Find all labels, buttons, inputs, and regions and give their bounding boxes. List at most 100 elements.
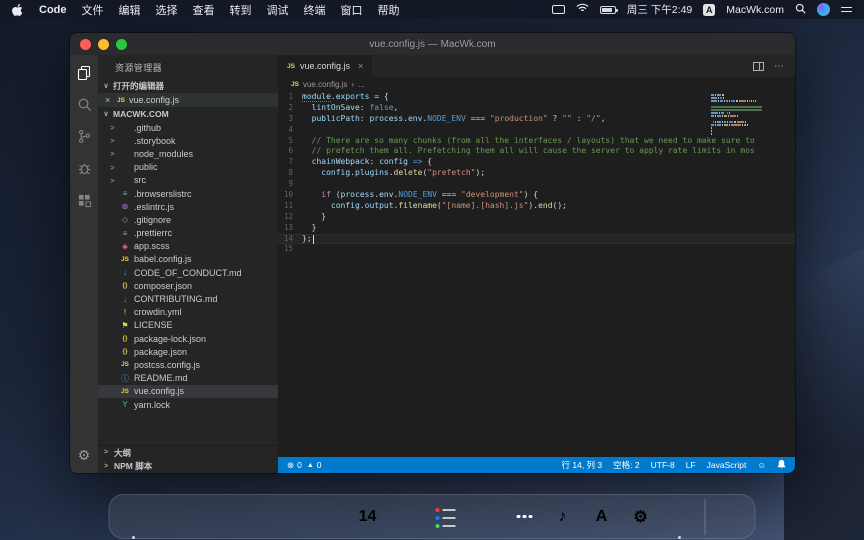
dock-item[interactable] — [273, 500, 307, 534]
menu-item[interactable]: 转到 — [230, 2, 252, 18]
dock-item[interactable] — [390, 500, 424, 534]
tab-close-icon[interactable]: × — [358, 61, 363, 71]
menu-item[interactable]: 终端 — [304, 2, 326, 18]
code-line[interactable]: 7 chainWebpack: config => { — [278, 157, 795, 168]
minimize-window-button[interactable] — [98, 39, 109, 50]
tree-row[interactable]: > ↓ CONTRIBUTING.md — [98, 292, 278, 305]
dock-item[interactable] — [312, 500, 346, 534]
tab-vue-config[interactable]: JS vue.config.js × — [278, 55, 373, 77]
menu-item[interactable]: 窗口 — [341, 2, 363, 18]
search-icon[interactable] — [76, 96, 93, 113]
indentation[interactable]: 空格: 2 — [613, 459, 639, 471]
window-titlebar[interactable]: vue.config.js — MacWk.com — [70, 33, 795, 55]
tree-row[interactable]: > ! crowdin.yml — [98, 306, 278, 319]
dock-item[interactable]: 14 — [351, 500, 385, 534]
project-section-header[interactable]: ∨ MACWK.COM — [98, 107, 278, 121]
dock-item[interactable] — [117, 500, 151, 534]
dock-item[interactable] — [234, 500, 268, 534]
tree-row[interactable]: > {} package.json — [98, 345, 278, 358]
dock-item[interactable]: A — [585, 500, 619, 534]
outline-section-header[interactable]: > 大纲 — [98, 446, 278, 460]
minimap[interactable] — [711, 94, 769, 139]
dock-item[interactable] — [429, 500, 463, 534]
menu-item[interactable]: 文件 — [82, 2, 104, 18]
tree-row[interactable]: > ≡ .prettierrc — [98, 227, 278, 240]
tree-row[interactable]: > src — [98, 174, 278, 187]
active-app-name[interactable]: Code — [39, 4, 67, 16]
tree-row[interactable]: > JS babel.config.js — [98, 253, 278, 266]
encoding[interactable]: UTF-8 — [651, 460, 675, 470]
close-icon[interactable]: × — [105, 95, 113, 105]
menu-item[interactable]: 调试 — [267, 2, 289, 18]
tree-row[interactable]: > {} composer.json — [98, 279, 278, 292]
dock-trash[interactable] — [714, 500, 748, 534]
menu-item[interactable]: 选择 — [156, 2, 178, 18]
dock-item[interactable] — [468, 500, 502, 534]
tree-row[interactable]: > JS vue.config.js — [98, 385, 278, 398]
menu-bar-clock[interactable]: 周三 下午2:49 — [627, 2, 692, 17]
code-line[interactable]: 6 // prefetch them all. Prefetching them… — [278, 146, 795, 157]
display-icon[interactable] — [552, 5, 565, 14]
tree-row[interactable]: > ◈ app.scss — [98, 240, 278, 253]
language-mode[interactable]: JavaScript — [707, 460, 747, 470]
more-actions-icon[interactable]: ⋯ — [774, 61, 785, 72]
tree-row[interactable]: > node_modules — [98, 147, 278, 160]
close-window-button[interactable] — [80, 39, 91, 50]
tree-row[interactable]: > ⓘ README.md — [98, 372, 278, 385]
debug-icon[interactable] — [76, 160, 93, 177]
menu-item[interactable]: 查看 — [193, 2, 215, 18]
code-editor[interactable]: 1 module.exports = { 2 lintOnSave: false… — [278, 91, 795, 457]
tree-row[interactable]: > .github — [98, 121, 278, 134]
tree-row[interactable]: > JS postcss.config.js — [98, 358, 278, 371]
dock-item[interactable] — [195, 500, 229, 534]
open-editor-item[interactable]: × JS vue.config.js — [98, 93, 278, 107]
notifications-bell-icon[interactable] — [777, 459, 786, 471]
tree-row[interactable]: > Y yarn.lock — [98, 398, 278, 411]
tree-row[interactable]: > ◇ .gitignore — [98, 213, 278, 226]
dock-item[interactable]: ⚙ — [624, 500, 658, 534]
menu-bar-status-text[interactable]: MacWk.com — [726, 4, 784, 16]
code-line[interactable]: 10 if (process.env.NODE_ENV === "develop… — [278, 190, 795, 201]
battery-icon[interactable] — [600, 6, 616, 14]
code-line[interactable]: 9 — [278, 179, 795, 190]
open-editors-section-header[interactable]: ∨ 打开的编辑器 — [98, 79, 278, 93]
dock-item[interactable] — [663, 500, 697, 534]
dock-item[interactable] — [156, 500, 190, 534]
tree-row[interactable]: > {} package-lock.json — [98, 332, 278, 345]
problems-errors[interactable]: ⊗ 0 — [287, 460, 302, 471]
menu-item[interactable]: 编辑 — [119, 2, 141, 18]
code-line[interactable]: 13 } — [278, 223, 795, 234]
feedback-smiley-icon[interactable]: ☺ — [757, 460, 766, 470]
code-line[interactable]: 8 config.plugins.delete("prefetch"); — [278, 168, 795, 179]
siri-icon[interactable] — [817, 3, 830, 16]
menu-item[interactable]: 帮助 — [378, 2, 400, 18]
explorer-icon[interactable] — [76, 64, 93, 81]
npm-scripts-section-header[interactable]: > NPM 脚本 — [98, 460, 278, 474]
tree-row[interactable]: > ⚑ LICENSE — [98, 319, 278, 332]
code-line[interactable]: 12 } — [278, 212, 795, 223]
cursor-position[interactable]: 行 14, 列 3 — [562, 459, 603, 471]
source-control-icon[interactable] — [76, 128, 93, 145]
tree-row[interactable]: > .storybook — [98, 134, 278, 147]
input-source-icon[interactable]: A — [703, 4, 715, 16]
tree-row[interactable]: > ⊛ .eslintrc.js — [98, 200, 278, 213]
split-editor-icon[interactable] — [753, 62, 764, 71]
code-line[interactable]: 15 — [278, 244, 795, 255]
wifi-icon[interactable] — [576, 3, 589, 16]
tree-row[interactable]: > ↓ CODE_OF_CONDUCT.md — [98, 266, 278, 279]
dock-item[interactable]: ♪ — [546, 500, 580, 534]
spotlight-search-icon[interactable] — [795, 3, 806, 17]
manage-gear-icon[interactable]: ⚙ — [76, 447, 93, 464]
zoom-window-button[interactable] — [116, 39, 127, 50]
apple-menu-icon[interactable] — [12, 3, 24, 17]
extensions-icon[interactable] — [76, 192, 93, 209]
problems-warnings[interactable]: ▲ 0 — [307, 460, 322, 470]
tree-row[interactable]: > public — [98, 161, 278, 174]
tree-row[interactable]: > ≡ .browserslistrc — [98, 187, 278, 200]
code-line[interactable]: 14 }; — [278, 234, 795, 245]
dock-item[interactable] — [507, 500, 541, 534]
notification-center-icon[interactable] — [841, 4, 852, 15]
breadcrumb[interactable]: JS vue.config.js › ... — [278, 77, 795, 91]
code-line[interactable]: 11 config.output.filename("[name].[hash]… — [278, 201, 795, 212]
eol-sequence[interactable]: LF — [686, 460, 696, 470]
